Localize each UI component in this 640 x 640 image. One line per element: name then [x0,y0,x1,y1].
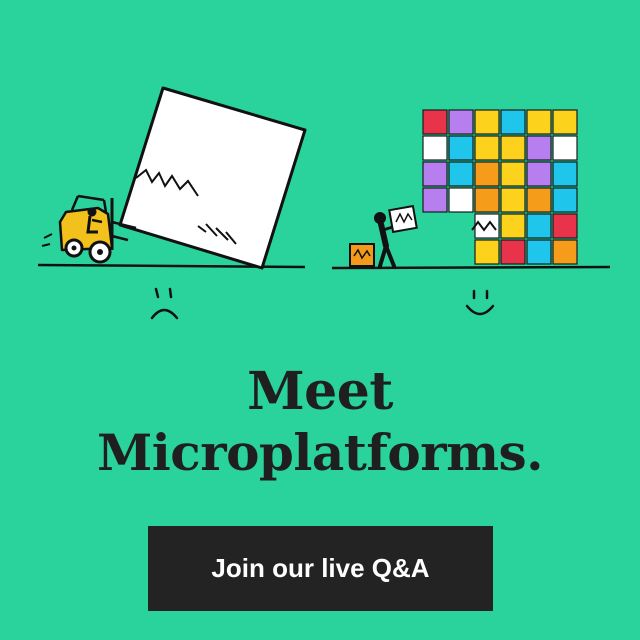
forklift [41,194,137,264]
stack-block [448,135,474,161]
stack-block [552,135,578,161]
person-carrying-box [374,204,418,268]
stack-block [474,161,500,187]
stack-block [422,187,448,213]
stack-block [500,239,526,265]
join-live-qa-button[interactable]: Join our live Q&A [148,526,493,611]
stack-block [526,161,552,187]
sad-face-icon [150,287,179,320]
stack-block [448,161,474,187]
ground-line-left [37,263,306,269]
stack-block [474,187,500,213]
forklift-scene [37,86,307,270]
stack-block [526,187,552,213]
stack-block [422,161,448,187]
stack-block [500,109,526,135]
stack-block [500,213,526,239]
stack-block [422,109,448,135]
small-orange-box [349,243,375,267]
stack-block [422,135,448,161]
stack-block [474,109,500,135]
stack-block [552,239,578,265]
blocks-scene [331,109,611,270]
stack-block [448,187,474,213]
stack-block [552,109,578,135]
stack-block [552,187,578,213]
stack-block [526,135,552,161]
stack-block [474,135,500,161]
stack-block [474,239,500,265]
stack-block [500,161,526,187]
stack-block [526,213,552,239]
stack-block [552,161,578,187]
headline: Meet Microplatforms. [0,362,640,484]
headline-line-1: Meet [247,361,393,422]
stack-block [448,109,474,135]
block-grid [422,109,578,265]
ground-line-right [331,265,611,270]
stack-block [500,187,526,213]
illustration [37,86,611,320]
stack-block [526,109,552,135]
smiley-face-icon [465,289,495,316]
stack-block [500,135,526,161]
giant-box [118,86,307,270]
headline-line-2: Microplatforms. [96,423,544,482]
stack-block [552,213,578,239]
stack-block [526,239,552,265]
